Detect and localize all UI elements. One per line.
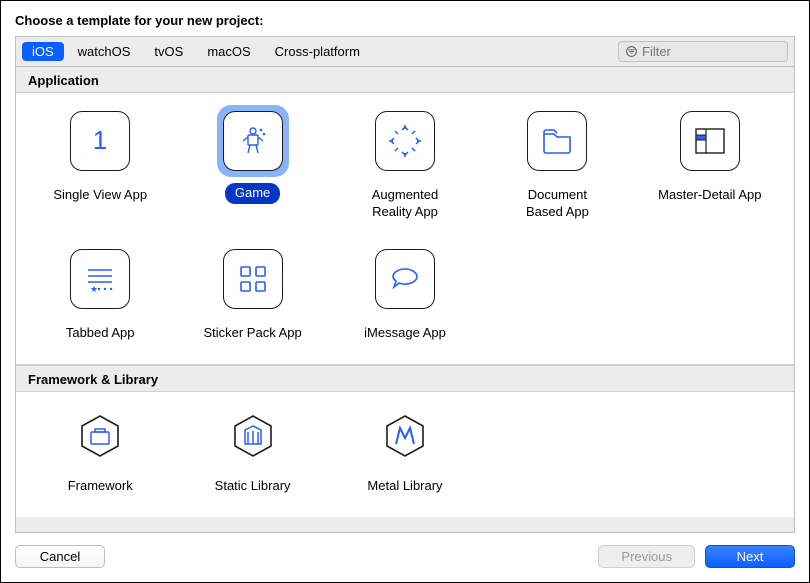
section-header-application: Application bbox=[16, 67, 794, 92]
section-header-framework: Framework & Library bbox=[16, 365, 794, 391]
platform-tab-watchos[interactable]: watchOS bbox=[68, 42, 141, 61]
single-view-icon: 1 bbox=[82, 123, 118, 159]
template-master-detail-app[interactable]: Master-Detail App bbox=[638, 105, 782, 223]
template-sticker-pack-app[interactable]: Sticker Pack App bbox=[180, 243, 324, 344]
template-framework[interactable]: Framework bbox=[28, 404, 172, 497]
platform-tab-tvos[interactable]: tvOS bbox=[144, 42, 193, 61]
svg-text:1: 1 bbox=[93, 125, 107, 155]
master-detail-icon bbox=[692, 123, 728, 159]
template-tabbed-app[interactable]: ★ Tabbed App bbox=[28, 243, 172, 344]
prompt-label: Choose a template for your new project: bbox=[15, 13, 795, 28]
template-label: Framework bbox=[58, 476, 143, 497]
template-label: Single View App bbox=[43, 185, 157, 206]
template-label: Game bbox=[225, 183, 280, 204]
template-single-view-app[interactable]: 1 Single View App bbox=[28, 105, 172, 223]
template-label: Static Library bbox=[205, 476, 301, 497]
framework-icon bbox=[76, 412, 124, 460]
next-button[interactable]: Next bbox=[705, 545, 795, 568]
ar-icon bbox=[387, 123, 423, 159]
imessage-icon bbox=[387, 261, 423, 297]
metal-library-icon bbox=[381, 412, 429, 460]
template-chooser-window: Choose a template for your new project: … bbox=[0, 0, 810, 583]
footer: Cancel Previous Next bbox=[15, 533, 795, 568]
platform-tab-crossplatform[interactable]: Cross-platform bbox=[265, 42, 370, 61]
template-label: Document Based App bbox=[516, 185, 599, 223]
template-label: Master-Detail App bbox=[648, 185, 771, 206]
template-metal-library[interactable]: Metal Library bbox=[333, 404, 477, 497]
toolbar: iOS watchOS tvOS macOS Cross-platform bbox=[15, 36, 795, 66]
cancel-button[interactable]: Cancel bbox=[15, 545, 105, 568]
template-static-library[interactable]: Static Library bbox=[180, 404, 324, 497]
section-body-framework: Framework Static Library Metal Library bbox=[16, 391, 794, 517]
template-label: Tabbed App bbox=[56, 323, 145, 344]
template-label: iMessage App bbox=[354, 323, 456, 344]
tabbed-icon: ★ bbox=[82, 261, 118, 297]
template-augmented-reality-app[interactable]: Augmented Reality App bbox=[333, 105, 477, 223]
template-label: Sticker Pack App bbox=[193, 323, 311, 344]
template-game[interactable]: Game bbox=[180, 105, 324, 223]
template-label: Augmented Reality App bbox=[362, 185, 449, 223]
sticker-pack-icon bbox=[235, 261, 271, 297]
section-body-application: 1 Single View App Game Augmented Reality… bbox=[16, 92, 794, 365]
static-library-icon bbox=[229, 412, 277, 460]
previous-button: Previous bbox=[598, 545, 695, 568]
template-imessage-app[interactable]: iMessage App bbox=[333, 243, 477, 344]
folder-icon bbox=[539, 123, 575, 159]
template-label: Metal Library bbox=[357, 476, 452, 497]
template-list: Application 1 Single View App Game Augme… bbox=[15, 66, 795, 533]
platform-tab-macos[interactable]: macOS bbox=[197, 42, 260, 61]
filter-icon bbox=[625, 45, 638, 59]
filter-input[interactable] bbox=[642, 44, 781, 59]
template-document-based-app[interactable]: Document Based App bbox=[485, 105, 629, 223]
platform-tabs: iOS watchOS tvOS macOS Cross-platform bbox=[22, 42, 618, 61]
game-icon bbox=[235, 123, 271, 159]
platform-tab-ios[interactable]: iOS bbox=[22, 42, 64, 61]
filter-field-wrap[interactable] bbox=[618, 41, 788, 62]
svg-text:★: ★ bbox=[90, 284, 98, 294]
